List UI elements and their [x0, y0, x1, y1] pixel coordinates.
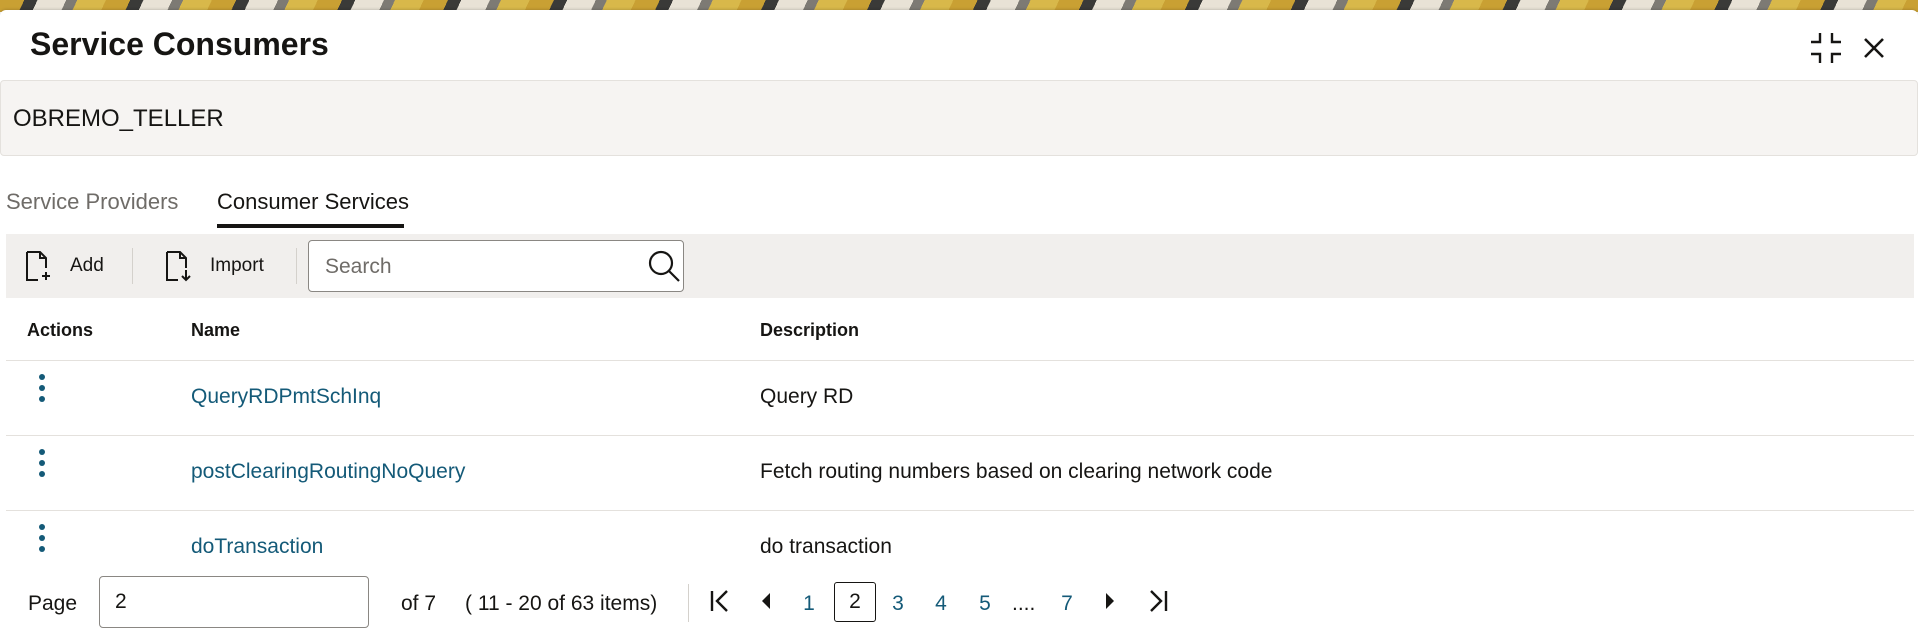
- compress-button[interactable]: [1806, 28, 1846, 68]
- page-link-3[interactable]: 3: [883, 592, 913, 616]
- pagination: Page of 7 ( 11 - 20 of 63 items) 1 2 3 4…: [0, 572, 1918, 632]
- pagination-divider: [688, 584, 689, 622]
- toolbar-divider: [132, 248, 133, 284]
- active-tab-indicator: [217, 224, 404, 228]
- kebab-icon[interactable]: [34, 448, 50, 482]
- tab-consumer-services[interactable]: Consumer Services: [217, 189, 409, 215]
- add-file-icon: [26, 251, 50, 281]
- service-description: do transaction: [760, 535, 892, 558]
- item-range: ( 11 - 20 of 63 items): [465, 592, 658, 615]
- next-page-icon[interactable]: [1102, 588, 1118, 614]
- page-link-4[interactable]: 4: [926, 592, 956, 616]
- table-row: QueryRDPmtSchInq Query RD: [6, 361, 1914, 436]
- page-count: of 7: [401, 592, 437, 615]
- last-page-icon[interactable]: [1147, 588, 1169, 614]
- table-header: Actions Name Description: [6, 300, 1914, 361]
- consumer-info-bar: OBREMO_TELLER: [0, 80, 1918, 156]
- page-link-5[interactable]: 5: [970, 592, 1000, 616]
- consumer-name: OBREMO_TELLER: [13, 105, 224, 132]
- close-icon: [1864, 38, 1884, 58]
- page-ellipsis: ....: [1012, 592, 1036, 615]
- first-page-icon[interactable]: [709, 588, 731, 614]
- service-name-link[interactable]: postClearingRoutingNoQuery: [191, 460, 465, 484]
- tab-service-providers[interactable]: Service Providers: [6, 189, 178, 215]
- page-link-7[interactable]: 7: [1052, 592, 1082, 616]
- import-button[interactable]: Import: [164, 244, 264, 288]
- service-name-link[interactable]: QueryRDPmtSchInq: [191, 385, 381, 409]
- compress-icon: [1811, 33, 1841, 63]
- column-header-actions: Actions: [27, 320, 94, 340]
- add-button[interactable]: Add: [24, 244, 104, 288]
- toolbar: Add Import: [6, 234, 1914, 298]
- service-description: Query RD: [760, 385, 854, 408]
- search-box: [308, 240, 684, 292]
- page-link-2-current[interactable]: 2: [834, 582, 876, 622]
- import-file-icon: [166, 251, 191, 282]
- table-row: postClearingRoutingNoQuery Fetch routing…: [6, 436, 1914, 511]
- page-number-input[interactable]: [99, 576, 369, 628]
- add-label: Add: [70, 255, 104, 276]
- kebab-icon[interactable]: [34, 523, 50, 557]
- import-label: Import: [210, 255, 264, 276]
- search-input[interactable]: [323, 251, 637, 283]
- kebab-icon[interactable]: [34, 373, 50, 407]
- column-header-description[interactable]: Description: [760, 320, 859, 341]
- service-name-link[interactable]: doTransaction: [191, 535, 323, 559]
- service-description: Fetch routing numbers based on clearing …: [760, 460, 1273, 483]
- service-consumers-dialog: Service Consumers OBREMO_TELLER Service …: [0, 10, 1918, 642]
- page-link-1[interactable]: 1: [794, 592, 824, 616]
- prev-page-icon[interactable]: [758, 588, 774, 614]
- dialog-title: Service Consumers: [30, 26, 329, 62]
- search-icon[interactable]: [647, 249, 681, 283]
- close-button[interactable]: [1854, 28, 1894, 68]
- toolbar-divider: [296, 248, 297, 284]
- column-header-name[interactable]: Name: [191, 320, 240, 341]
- page-label: Page: [28, 592, 78, 615]
